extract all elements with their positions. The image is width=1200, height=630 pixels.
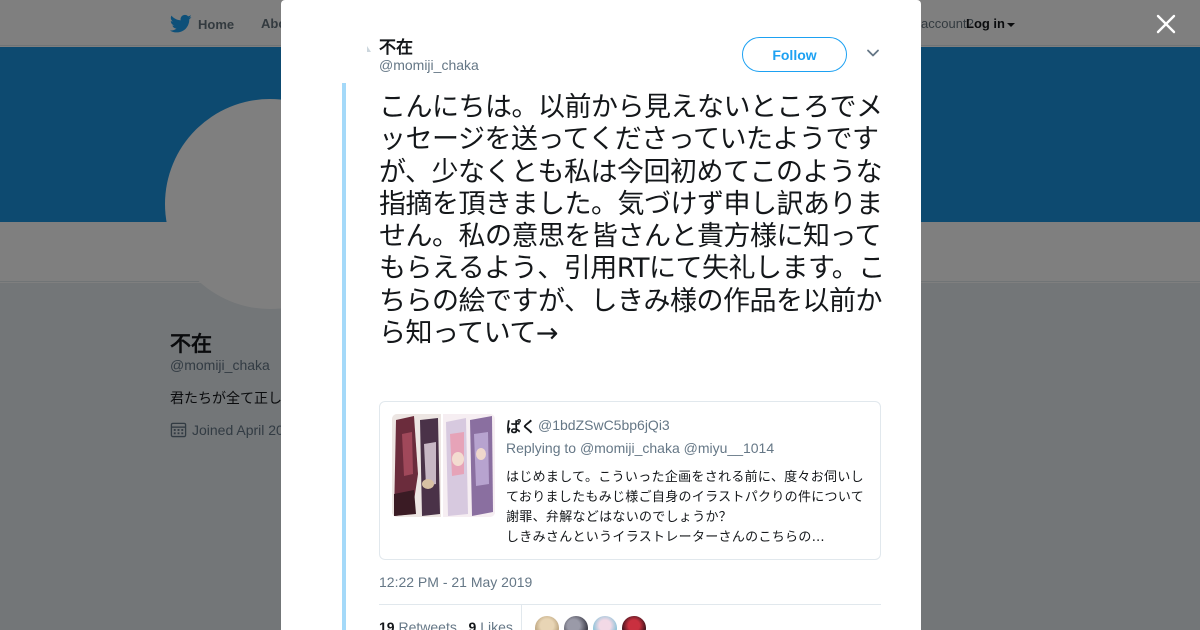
chevron-down-icon[interactable] bbox=[866, 46, 880, 60]
author-avatar[interactable] bbox=[367, 46, 371, 52]
quoted-replying-to: Replying to @momiji_chaka @miyu__1014 bbox=[506, 440, 774, 456]
tweet-stats: 19 Retweets 9 Likes bbox=[379, 619, 513, 630]
reply-mention-link[interactable]: @momiji_chaka bbox=[580, 440, 680, 456]
retweets-label: Retweets bbox=[398, 619, 457, 630]
author-handle[interactable]: @momiji_chaka bbox=[379, 57, 479, 73]
likes-count: 9 bbox=[468, 619, 477, 630]
quoted-tweet-image[interactable] bbox=[392, 414, 495, 517]
retweets-stat[interactable]: 19 Retweets bbox=[379, 619, 457, 630]
thread-line bbox=[342, 83, 346, 630]
tweet-timestamp[interactable]: 12:22 PM - 21 May 2019 bbox=[379, 574, 532, 590]
tweet-text: こんにちは。以前から見えないところでメッセージを送ってくださっていたようですが、… bbox=[379, 92, 885, 350]
divider bbox=[379, 604, 881, 605]
tweet-modal: 不在 @momiji_chaka Follow こんにちは。以前から見えないとこ… bbox=[281, 0, 921, 630]
replying-prefix: Replying to bbox=[506, 440, 577, 456]
divider bbox=[521, 605, 522, 630]
liker-avatar[interactable] bbox=[564, 616, 588, 630]
quoted-author-handle[interactable]: @1bdZSwC5bp6jQi3 bbox=[538, 417, 670, 433]
follow-button[interactable]: Follow bbox=[742, 37, 847, 72]
liker-avatars bbox=[535, 616, 651, 630]
liker-avatar[interactable] bbox=[535, 616, 559, 630]
artwork-thumbnail bbox=[392, 414, 495, 517]
author-name[interactable]: 不在 bbox=[379, 33, 413, 58]
retweets-count: 19 bbox=[379, 619, 395, 630]
reply-mention-link[interactable]: @miyu__1014 bbox=[684, 440, 775, 456]
liker-avatar[interactable] bbox=[593, 616, 617, 630]
quoted-author-name[interactable]: ぱく bbox=[506, 416, 536, 437]
liker-avatar[interactable] bbox=[622, 616, 646, 630]
likes-label: Likes bbox=[480, 619, 513, 630]
close-icon[interactable] bbox=[1155, 13, 1177, 35]
likes-stat[interactable]: 9 Likes bbox=[469, 619, 513, 630]
quoted-tweet-text: はじめまして。こういった企画をされる前に、度々お伺いしておりましたもみじ様ご自身… bbox=[506, 470, 865, 545]
quoted-tweet[interactable]: ぱく @1bdZSwC5bp6jQi3 Replying to @momiji_… bbox=[379, 401, 881, 560]
